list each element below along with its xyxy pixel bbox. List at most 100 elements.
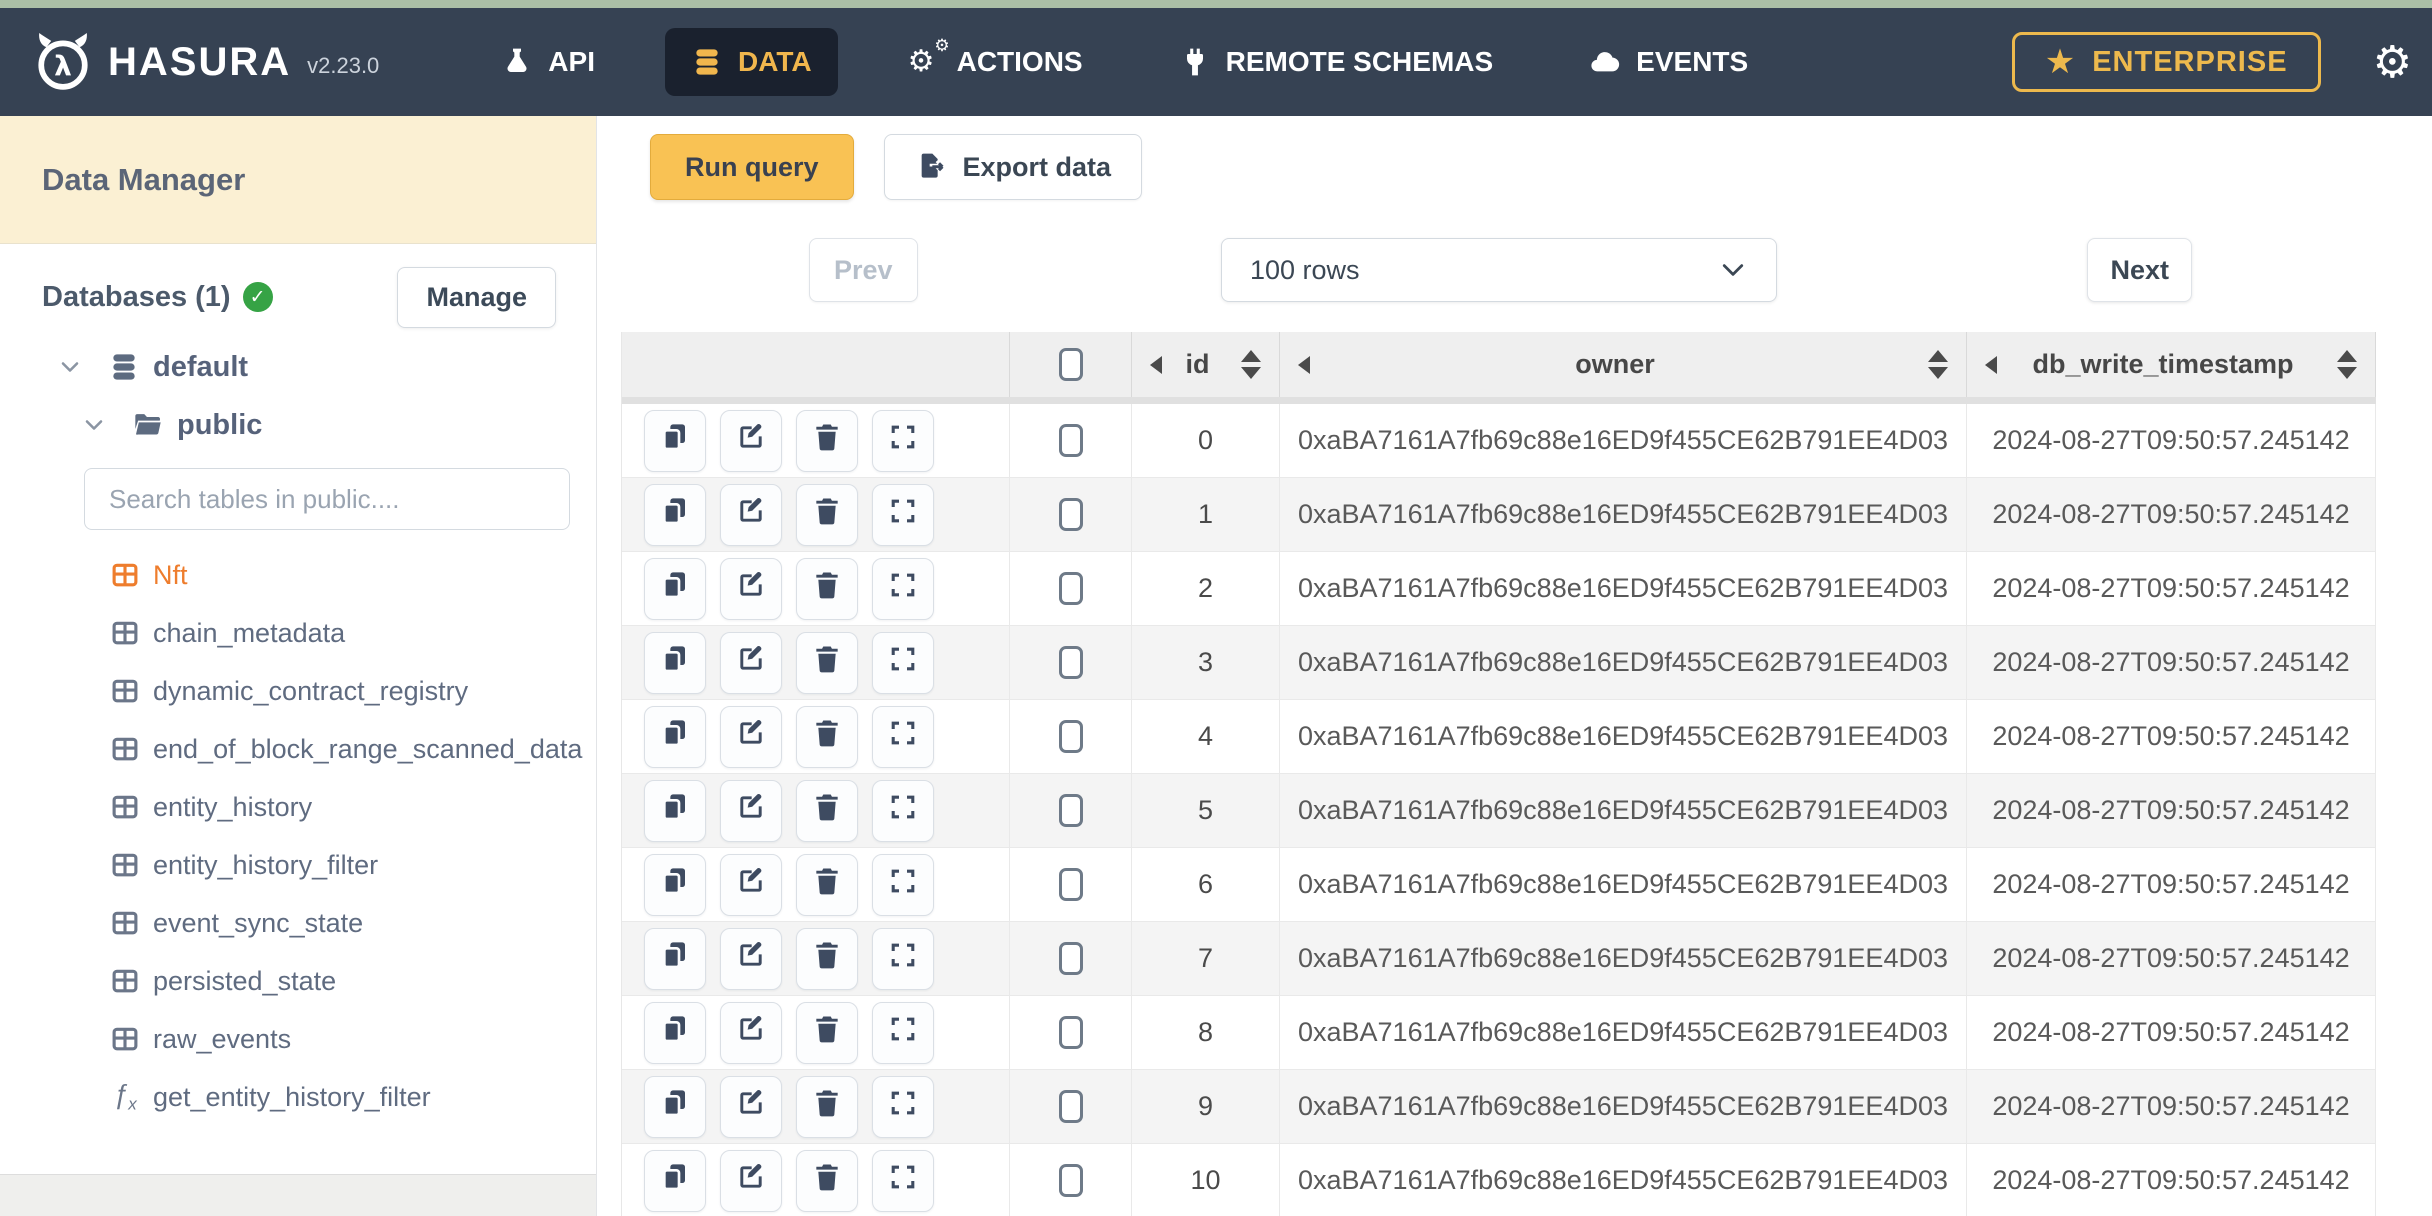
edit-row-button[interactable] [720,705,782,768]
sidebar-table-item[interactable]: chain_metadata [0,604,596,662]
tab-api[interactable]: API [475,28,621,96]
copy-row-button[interactable] [644,1149,706,1212]
tree-item-default[interactable]: default [0,338,596,396]
delete-row-button[interactable] [796,557,858,620]
copy-row-button[interactable] [644,927,706,990]
search-tables-input[interactable] [84,468,570,530]
edit-row-button[interactable] [720,631,782,694]
star-icon: ★ [2044,42,2077,82]
hasura-logo[interactable]: λ HASURA v2.23.0 [34,33,379,91]
delete-row-button[interactable] [796,1149,858,1212]
tab-events[interactable]: EVENTS [1563,28,1774,96]
row-checkbox[interactable] [1058,498,1083,531]
tree-item-public[interactable]: public [0,396,596,454]
tab-actions[interactable]: ⚙ ⚙ ACTIONS [882,27,1109,97]
cell-id: 9 [1132,1070,1280,1143]
collapse-column-icon[interactable] [1985,355,1997,374]
sidebar-table-item[interactable]: Nft [0,546,596,604]
collapse-column-icon[interactable] [1150,355,1162,374]
expand-row-button[interactable] [872,853,934,916]
expand-row-button[interactable] [872,1075,934,1138]
expand-row-button[interactable] [872,705,934,768]
sidebar-table-item[interactable]: dynamic_contract_registry [0,662,596,720]
row-checkbox[interactable] [1058,572,1083,605]
delete-row-button[interactable] [796,927,858,990]
row-checkbox[interactable] [1058,424,1083,457]
sidebar-function-item[interactable]: ƒx get_entity_history_filter [0,1068,596,1126]
rows-per-page-select[interactable]: 100 rows [1221,238,1777,302]
sort-icon[interactable] [1241,350,1261,379]
row-checkbox[interactable] [1058,794,1083,827]
delete-row-button[interactable] [796,1001,858,1064]
edit-row-button[interactable] [720,409,782,472]
run-query-button[interactable]: Run query [650,134,854,200]
enterprise-button[interactable]: ★ ENTERPRISE [2011,32,2321,92]
next-page-button[interactable]: Next [2087,238,2192,302]
collapse-column-icon[interactable] [1298,355,1310,374]
sidebar-table-item[interactable]: persisted_state [0,952,596,1010]
edit-row-button[interactable] [720,1149,782,1212]
delete-row-button[interactable] [796,853,858,916]
tab-api-label: API [548,46,595,77]
row-checkbox[interactable] [1058,1164,1083,1197]
tab-remote-schemas[interactable]: REMOTE SCHEMAS [1153,28,1520,96]
tab-data[interactable]: DATA [664,28,838,96]
sidebar-table-item[interactable]: end_of_block_range_scanned_data [0,720,596,778]
copy-row-button[interactable] [644,1075,706,1138]
chevron-down-icon[interactable] [80,411,108,439]
expand-row-button[interactable] [872,1149,934,1212]
cell-owner: 0xaBA7161A7fb69c88e16ED9f455CE62B791EE4D… [1280,848,1967,921]
delete-row-button[interactable] [796,705,858,768]
manage-button[interactable]: Manage [397,266,556,328]
row-checkbox[interactable] [1058,1016,1083,1049]
edit-row-button[interactable] [720,779,782,842]
edit-row-button[interactable] [720,927,782,990]
expand-row-button[interactable] [872,1001,934,1064]
copy-row-button[interactable] [644,409,706,472]
delete-row-button[interactable] [796,1075,858,1138]
copy-row-button[interactable] [644,853,706,916]
sidebar-table-item[interactable]: entity_history [0,778,596,836]
row-actions [622,700,1010,773]
chevron-down-icon[interactable] [56,353,84,381]
export-file-icon [915,151,947,183]
row-checkbox[interactable] [1058,1090,1083,1123]
select-all-checkbox[interactable] [1058,348,1083,381]
edit-row-button[interactable] [720,1075,782,1138]
copy-row-button[interactable] [644,631,706,694]
copy-row-button[interactable] [644,483,706,546]
edit-row-button[interactable] [720,1001,782,1064]
export-data-label: Export data [962,151,1112,182]
delete-row-button[interactable] [796,631,858,694]
expand-row-button[interactable] [872,779,934,842]
settings-gear-icon[interactable]: ⚙ [2373,37,2412,88]
export-data-button[interactable]: Export data [883,134,1143,200]
row-checkbox[interactable] [1058,646,1083,679]
copy-row-button[interactable] [644,1001,706,1064]
expand-row-button[interactable] [872,557,934,620]
edit-row-button[interactable] [720,557,782,620]
copy-row-button[interactable] [644,705,706,768]
sidebar-header: Data Manager [0,116,596,244]
delete-row-button[interactable] [796,779,858,842]
delete-row-button[interactable] [796,483,858,546]
sidebar-table-item[interactable]: entity_history_filter [0,836,596,894]
edit-row-button[interactable] [720,483,782,546]
cell-db-write-timestamp: 2024-08-27T09:50:57.245142 [1967,774,2376,847]
copy-row-button[interactable] [644,779,706,842]
sidebar-table-item[interactable]: raw_events [0,1010,596,1068]
expand-row-button[interactable] [872,927,934,990]
row-checkbox[interactable] [1058,868,1083,901]
expand-row-button[interactable] [872,631,934,694]
row-checkbox[interactable] [1058,720,1083,753]
sidebar-table-item[interactable]: event_sync_state [0,894,596,952]
sort-icon[interactable] [1928,350,1948,379]
row-checkbox[interactable] [1058,942,1083,975]
copy-row-button[interactable] [644,557,706,620]
expand-row-button[interactable] [872,409,934,472]
delete-row-button[interactable] [796,409,858,472]
prev-page-button[interactable]: Prev [809,238,918,302]
expand-row-button[interactable] [872,483,934,546]
edit-row-button[interactable] [720,853,782,916]
sort-icon[interactable] [2337,350,2357,379]
